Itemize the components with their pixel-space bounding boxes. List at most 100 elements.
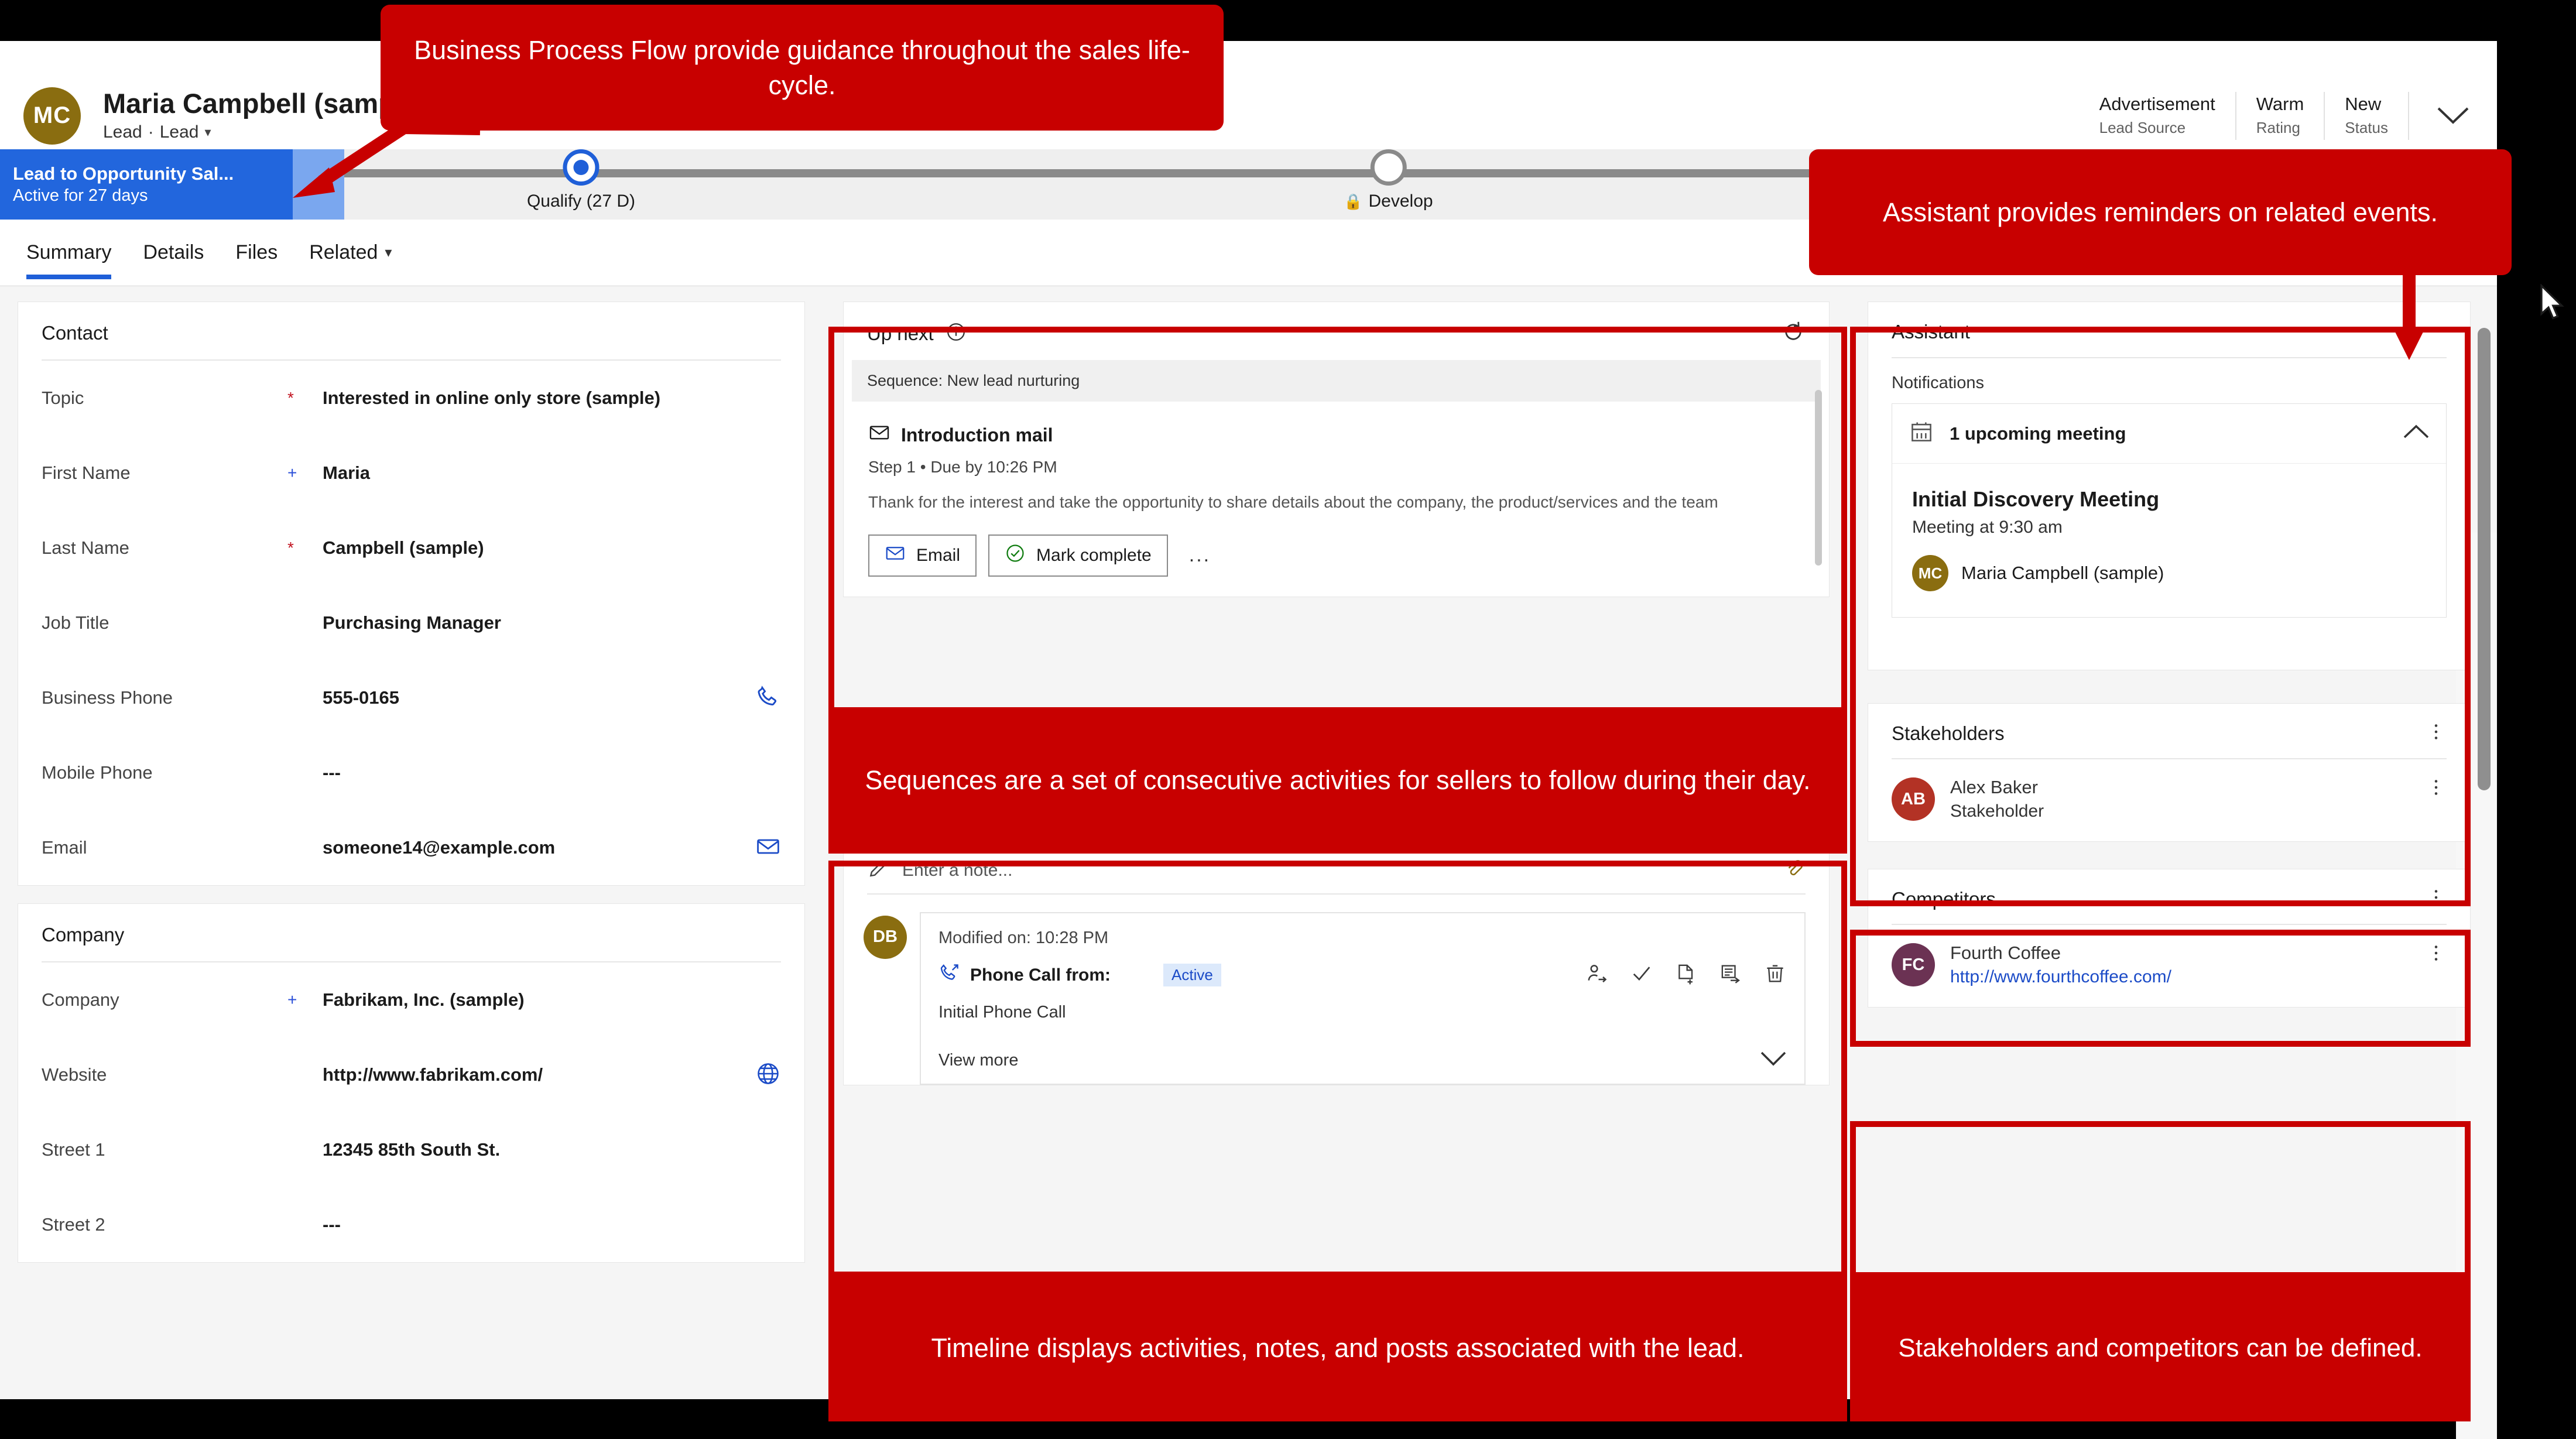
callout-timeline: Timeline displays activities, notes, and… (828, 1275, 1847, 1421)
field-label: Topic (42, 388, 84, 408)
up-next-scrollbar[interactable] (1815, 390, 1822, 566)
phone-call-icon (938, 962, 961, 989)
field-business-phone[interactable]: Business Phone 555-0165 (18, 660, 804, 735)
page-scrollbar[interactable] (2478, 328, 2491, 790)
tab-summary[interactable]: Summary (26, 219, 112, 286)
avatar: MC (1912, 555, 1948, 591)
header-field-rating[interactable]: Warm Rating (2236, 91, 2325, 140)
more-vertical-icon[interactable] (2426, 943, 2447, 967)
sequence-step-title-row: Introduction mail (868, 422, 1804, 448)
meeting-attendee[interactable]: MC Maria Campbell (sample) (1912, 555, 2426, 591)
timeline-entry[interactable]: Modified on: 10:28 PM Phone Call from: A… (920, 912, 1806, 1085)
field-website[interactable]: Website http://www.fabrikam.com/ (18, 1037, 804, 1112)
contact-card: Contact Topic * Interested in online onl… (18, 301, 805, 886)
field-street-2[interactable]: Street 2 --- (18, 1187, 804, 1262)
mouse-cursor (2540, 284, 2564, 320)
enter-note-input[interactable]: Enter a note... (867, 848, 1806, 895)
bpf-stage-qualify[interactable]: Qualify (27 D) (527, 149, 635, 211)
field-label: First Name (42, 462, 131, 483)
timeline-entry-subject: Phone Call from: (970, 965, 1111, 985)
stakeholders-title: Stakeholders (1892, 722, 2005, 744)
bpf-stage-header[interactable]: Lead to Opportunity Sal... Active for 27… (0, 149, 293, 220)
stakeholder-role: Stakeholder (1950, 801, 2044, 821)
competitor-website[interactable]: http://www.fourthcoffee.com/ (1950, 967, 2171, 987)
sequence-overflow-button[interactable]: ... (1180, 544, 1220, 567)
more-vertical-icon[interactable] (2426, 777, 2447, 801)
delete-icon[interactable] (1763, 962, 1787, 988)
meeting-title: Initial Discovery Meeting (1912, 487, 2160, 511)
up-next-header: Up next (844, 302, 1829, 360)
add-to-queue-icon[interactable] (1719, 962, 1742, 988)
tab-related[interactable]: Related ▾ (309, 219, 392, 286)
field-mobile-phone[interactable]: Mobile Phone --- (18, 735, 804, 810)
field-topic[interactable]: Topic * Interested in online only store … (18, 361, 804, 436)
field-value: Fabrikam, Inc. (sample) (323, 989, 525, 1010)
callout-stakeholders: Stakeholders and competitors can be defi… (1850, 1275, 2471, 1421)
field-value: --- (323, 762, 341, 783)
header-field-status[interactable]: New Status (2325, 91, 2409, 140)
list-item[interactable]: FC Fourth Coffee http://www.fourthcoffee… (1868, 925, 2470, 1007)
assign-icon[interactable] (1585, 962, 1609, 988)
mail-icon (885, 543, 906, 568)
sequence-step-description: Thank for the interest and take the oppo… (868, 493, 1718, 511)
timeline-entry-subject-wrap: Phone Call from: (938, 962, 1111, 989)
field-label: Job Title (42, 612, 109, 633)
close-activity-icon[interactable] (1630, 962, 1653, 988)
enter-note-placeholder: Enter a note... (902, 860, 1013, 880)
field-first-name[interactable]: First Name + Maria (18, 436, 804, 510)
mark-complete-button-label: Mark complete (1036, 545, 1152, 565)
tab-related-label: Related (309, 241, 378, 263)
globe-icon[interactable] (746, 1061, 781, 1089)
stakeholders-header: Stakeholders (1868, 704, 2470, 758)
field-value: Purchasing Manager (323, 612, 501, 633)
refresh-icon[interactable] (1781, 320, 1806, 347)
field-label: Last Name (42, 537, 129, 558)
entity-type-label: Lead (103, 122, 142, 142)
email-button[interactable]: Email (868, 534, 977, 577)
list-item[interactable]: AB Alex Baker Stakeholder (1868, 759, 2470, 841)
notification-card: 1 upcoming meeting Initial Discovery Mee… (1892, 403, 2447, 618)
tab-details[interactable]: Details (143, 219, 204, 286)
header-field-lead-source[interactable]: Advertisement Lead Source (2080, 91, 2236, 140)
header-expand-chevron-down-icon[interactable] (2409, 106, 2497, 126)
required-marker: + (287, 464, 297, 482)
paperclip-icon[interactable] (1783, 858, 1806, 883)
competitor-text: Fourth Coffee http://www.fourthcoffee.co… (1950, 943, 2171, 987)
notification-header[interactable]: 1 upcoming meeting (1892, 404, 2446, 464)
rating-label: Rating (2256, 118, 2300, 136)
field-job-title[interactable]: Job Title Purchasing Manager (18, 585, 804, 660)
form-selector-chevron-down-icon[interactable]: ▾ (205, 125, 211, 140)
email-icon[interactable] (746, 834, 781, 862)
mail-icon (868, 422, 890, 448)
calendar-icon (1909, 419, 1934, 448)
notification-title: 1 upcoming meeting (1950, 423, 2126, 444)
field-company[interactable]: Company + Fabrikam, Inc. (sample) (18, 962, 804, 1037)
convert-to-case-icon[interactable] (1674, 962, 1698, 988)
field-value: Interested in online only store (sample) (323, 388, 661, 408)
bpf-stage-label-wrap: 🔒 Develop (1344, 191, 1433, 211)
phone-icon[interactable] (746, 684, 781, 712)
field-label: Business Phone (42, 687, 173, 708)
competitors-card: Competitors FC Fourth Coffee http://www.… (1868, 869, 2471, 1008)
field-email[interactable]: Email someone14@example.com (18, 810, 804, 885)
field-label: Street 1 (42, 1139, 105, 1160)
more-vertical-icon[interactable] (2426, 887, 2447, 911)
info-icon[interactable] (946, 321, 967, 345)
more-vertical-icon[interactable] (2426, 721, 2447, 745)
tab-files[interactable]: Files (235, 219, 278, 286)
field-value: 555-0165 (323, 687, 400, 708)
mark-complete-button[interactable]: Mark complete (988, 534, 1168, 577)
company-card: Company Company + Fabrikam, Inc. (sample… (18, 903, 805, 1263)
avatar: AB (1892, 777, 1935, 821)
check-circle-icon (1005, 543, 1026, 568)
screenshot-root: MC Maria Campbell (sample) Lead · Lead ▾… (0, 0, 2576, 1439)
field-last-name[interactable]: Last Name * Campbell (sample) (18, 510, 804, 585)
timeline-entry-view-more-row[interactable]: View more (938, 1040, 1787, 1071)
chevron-down-icon (1760, 1050, 1787, 1071)
callout-arrow-bpf (293, 121, 481, 198)
field-street-1[interactable]: Street 1 12345 85th South St. (18, 1112, 804, 1187)
bpf-node-active-icon (563, 149, 600, 186)
chevron-up-icon[interactable] (2403, 423, 2430, 444)
bpf-stage-develop[interactable]: 🔒 Develop (1344, 149, 1433, 211)
timeline-entry-description: Initial Phone Call (938, 1002, 1066, 1022)
